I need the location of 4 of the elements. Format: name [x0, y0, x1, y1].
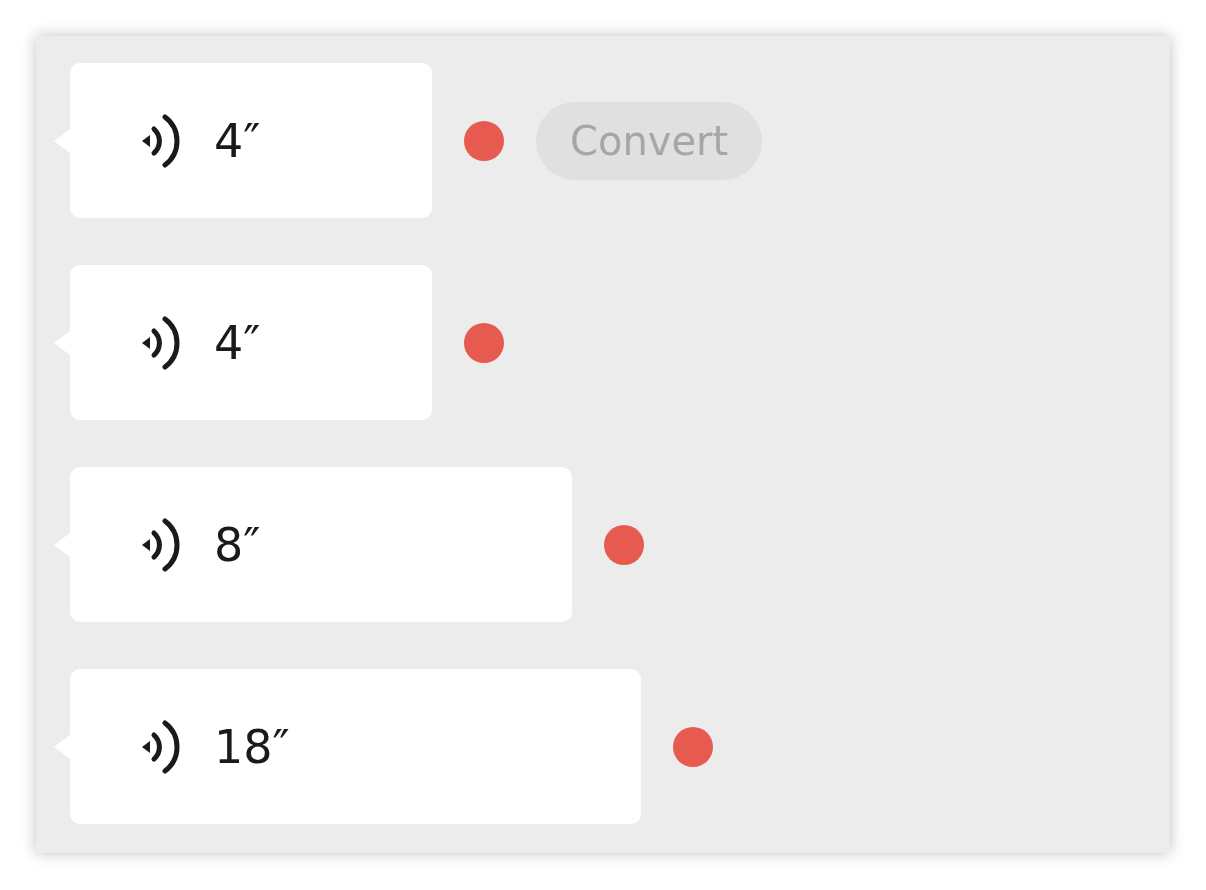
voice-duration: 4″ [214, 315, 261, 370]
voice-duration: 18″ [214, 719, 290, 774]
voice-duration: 8″ [214, 517, 261, 572]
voice-duration: 4″ [214, 113, 261, 168]
